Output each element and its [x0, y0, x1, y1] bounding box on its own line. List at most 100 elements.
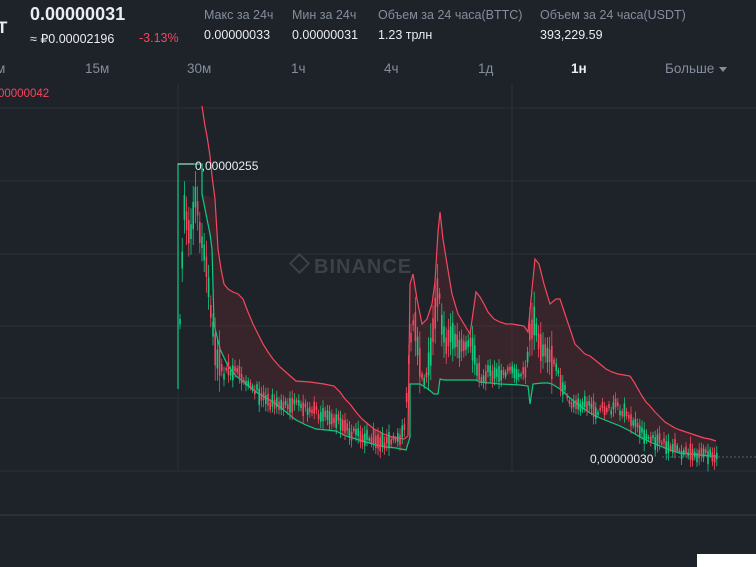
candle-body — [542, 344, 544, 357]
candle-body — [438, 293, 441, 299]
candle-body — [273, 399, 276, 409]
candle-body — [713, 455, 716, 463]
candle-body — [412, 320, 414, 325]
candle-body — [236, 367, 238, 373]
interval-1w[interactable]: 1н — [571, 61, 587, 76]
candle-body — [397, 432, 399, 442]
candle-body — [414, 312, 417, 342]
candle-body — [537, 333, 540, 350]
candle-body — [454, 333, 456, 348]
candle-body — [430, 337, 432, 366]
candle-body — [394, 438, 397, 441]
candle-body — [496, 368, 498, 377]
interval-minute[interactable]: м — [0, 61, 5, 76]
candle-body — [203, 244, 205, 261]
candle-body — [685, 446, 687, 454]
candle-body — [502, 370, 505, 375]
candle-body — [661, 442, 663, 445]
candles — [179, 171, 718, 472]
candle-body — [518, 373, 520, 378]
candle-body — [663, 438, 665, 443]
candle-body — [465, 341, 467, 350]
candle-body — [445, 337, 447, 354]
interval-4h[interactable]: 4ч — [384, 61, 399, 76]
candle-body — [423, 378, 425, 386]
candle-body — [295, 400, 298, 403]
candle-body — [654, 437, 656, 450]
candle-body — [709, 449, 711, 455]
candle-body — [559, 374, 562, 390]
candle-body — [284, 400, 287, 405]
candle-body — [531, 319, 533, 339]
candle-body — [366, 429, 368, 440]
candle-body — [705, 449, 707, 453]
candle-body — [621, 411, 623, 417]
candle-body — [291, 398, 293, 413]
stat-value: 0.00000033 — [204, 28, 271, 42]
candle-body — [300, 404, 302, 408]
candle-body — [669, 445, 672, 450]
candle-body — [335, 414, 337, 428]
stat-label: Объем за 24 часа(USDT) — [540, 8, 686, 22]
candle-body — [683, 449, 685, 455]
candle-body — [511, 366, 513, 374]
candle-body — [238, 365, 241, 378]
candle-body — [320, 412, 322, 422]
stat-value: 0.00000031 — [292, 28, 359, 42]
candle-body — [234, 366, 236, 372]
interval-1h[interactable]: 1ч — [291, 61, 306, 76]
candle-body — [623, 403, 626, 417]
candle-body — [482, 375, 485, 383]
candle-body — [632, 420, 634, 426]
candle-body — [399, 434, 401, 445]
candle-body — [628, 415, 630, 419]
candle-body — [513, 368, 516, 379]
candle-body — [707, 451, 709, 465]
candle-body — [606, 408, 608, 413]
candle-body — [254, 389, 256, 395]
candle-body — [379, 437, 381, 452]
candle-body — [328, 411, 331, 425]
candle-body — [256, 384, 258, 391]
interval-1d[interactable]: 1д — [478, 61, 493, 76]
candle-body — [289, 398, 291, 413]
candle-body — [313, 401, 315, 414]
stat-low-24h: Мин за 24ч 0.00000031 — [292, 8, 358, 42]
candle-body — [476, 363, 478, 376]
candle-body — [436, 278, 439, 307]
candlestick-chart[interactable]: BINANCE 0,00000255 0,00000030 — [0, 84, 756, 514]
candle-body — [634, 419, 637, 427]
stat-value: 393,229.59 — [540, 28, 603, 42]
high-price-label: 0,00000255 — [195, 159, 259, 173]
candle-body — [216, 349, 219, 369]
change-percent: -3.13% — [139, 31, 179, 45]
candle-body — [183, 195, 186, 220]
candle-body — [489, 365, 491, 377]
candle-body — [555, 363, 557, 371]
candle-body — [562, 382, 564, 396]
interval-30m[interactable]: 30м — [187, 61, 211, 76]
candle-body — [392, 435, 395, 440]
stat-volume-bttc: Объем за 24 часа(BTTC) 1.23 трлн — [378, 8, 522, 42]
candle-body — [223, 373, 225, 380]
candle-body — [526, 351, 529, 363]
candle-body — [487, 365, 489, 372]
candle-body — [700, 447, 703, 457]
binance-logo-icon — [288, 252, 311, 275]
candle-body — [425, 372, 428, 378]
candle-body — [401, 425, 403, 438]
candle-body — [212, 322, 214, 337]
candle-body — [597, 411, 599, 416]
price-labels: 0,00000255 0,00000030 — [178, 159, 756, 466]
more-intervals-dropdown[interactable]: Больше — [665, 61, 728, 76]
stat-value: 1.23 трлн — [378, 28, 433, 42]
candle-body — [210, 305, 212, 318]
interval-15m[interactable]: 15м — [85, 61, 109, 76]
candle-body — [353, 428, 355, 432]
candle-body — [650, 436, 652, 442]
binance-watermark: BINANCE — [288, 252, 411, 278]
candle-body — [603, 406, 606, 416]
candle-body — [680, 450, 683, 459]
candle-body — [225, 367, 227, 371]
candle-body — [205, 256, 208, 277]
